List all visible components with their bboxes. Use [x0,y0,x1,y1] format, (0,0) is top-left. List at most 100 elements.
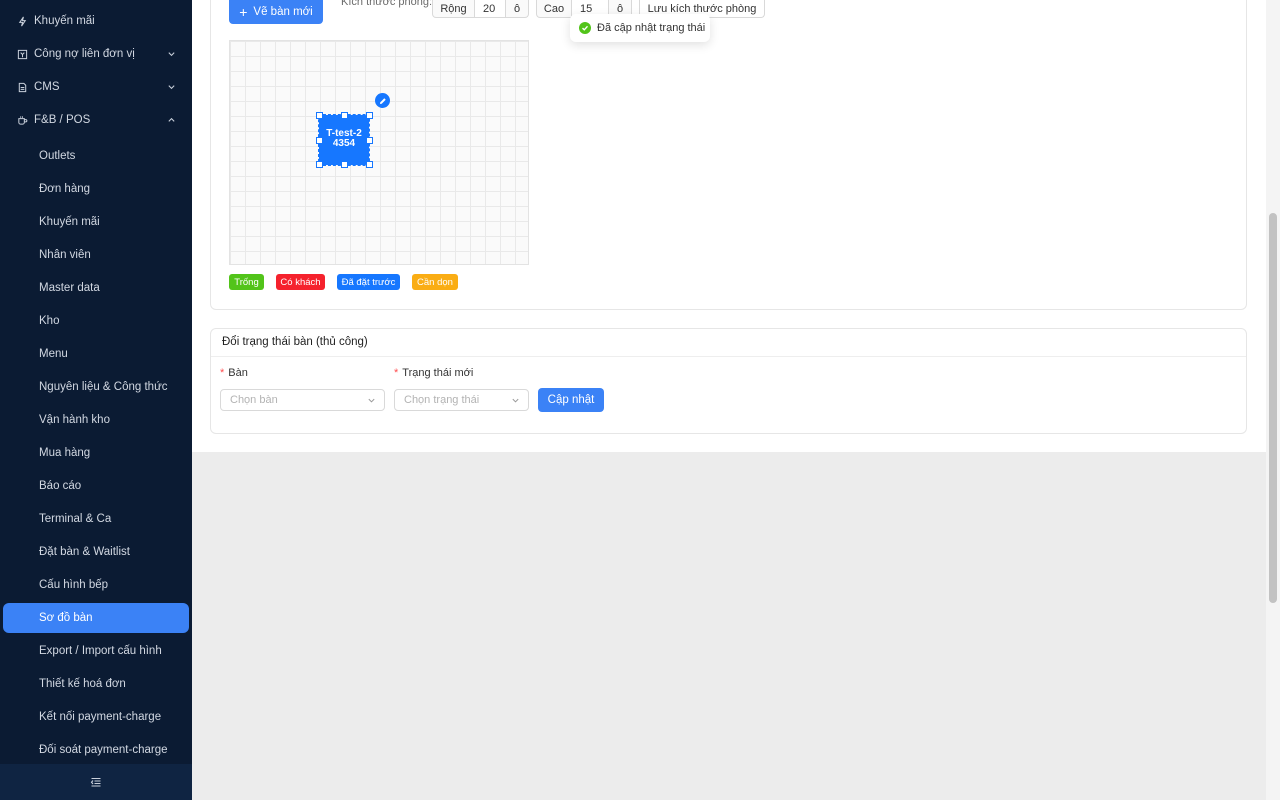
sidebar-item-label: Kho [39,315,60,327]
update-status-label: Cập nhật [547,394,595,406]
resize-handle-n[interactable] [341,112,348,119]
lightning-icon [16,15,28,27]
page-scrollbar[interactable] [1266,0,1280,800]
sidebar-item-label: Công nợ liên đơn vị [34,48,135,60]
chevron-down-icon [168,85,175,90]
sidebar-item-label: Nguyên liệu & Công thức [39,381,168,393]
sidebar-item-label: Đặt bàn & Waitlist [39,546,130,558]
resize-handle-w[interactable] [316,137,323,144]
resize-handle-nw[interactable] [316,112,323,119]
chevron-down-icon [168,52,175,57]
status-form-card: Đổi trạng thái bàn (thủ công) [210,328,1247,434]
success-toast: Đã cập nhật trạng thái [570,14,710,42]
room-size-label: Kích thước phòng: [341,0,433,8]
floor-plan-grid[interactable] [229,40,529,265]
sidebar-item-label: F&B / POS [34,114,91,126]
sidebar-item-label: Menu [39,348,68,360]
sidebar-item-so-do-ban[interactable]: Sơ đồ bàn [3,603,189,633]
required-mark: * [394,367,399,379]
sidebar-item-label: Outlets [39,150,76,162]
resize-handle-sw[interactable] [316,161,323,168]
sidebar-item-dat-ban[interactable]: Đặt bàn & Waitlist [0,537,192,567]
table-select[interactable]: Chọn bàn [220,389,385,411]
status-field-label-text: Trạng thái mới [402,367,474,379]
document-icon [16,81,28,93]
width-input[interactable]: 20 [474,0,506,18]
sidebar-item-label: Đối soát payment-charge [39,744,168,756]
sidebar-item-kho[interactable]: Kho [0,306,192,336]
sidebar-item-nhan-vien[interactable]: Nhân viên [0,240,192,270]
chevron-down-icon [368,398,375,403]
sidebar-item-cong-no[interactable]: Công nợ liên đơn vị [0,39,192,69]
sidebar-item-fnb-pos[interactable]: F&B / POS [0,105,192,135]
sidebar-item-bao-cao[interactable]: Báo cáo [0,471,192,501]
page-scrollbar-thumb[interactable] [1269,213,1277,603]
status-select-placeholder: Chọn trạng thái [404,394,480,406]
sidebar-item-terminal-ca[interactable]: Terminal & Ca [0,504,192,534]
width-label: Rộng [432,0,475,18]
card-divider [211,356,1246,357]
legend-needs-cleaning: Cần dọn [412,274,458,290]
resize-handle-s[interactable] [341,161,348,168]
legend-occupied: Có khách [276,274,325,290]
table-field-label-text: Bàn [228,367,248,379]
check-circle-icon [579,22,591,34]
table-select-placeholder: Chọn bàn [230,394,278,406]
sidebar-item-menu[interactable]: Menu [0,339,192,369]
cup-icon [16,114,28,126]
edit-table-button[interactable] [375,93,390,108]
sidebar-item-don-hang[interactable]: Đơn hàng [0,174,192,204]
table-node[interactable]: T-test-24354 [318,114,370,166]
resize-handle-ne[interactable] [366,112,373,119]
sidebar-collapse-button[interactable] [0,764,192,800]
legend-reserved: Đã đặt trước [337,274,400,290]
ledger-icon [16,48,28,60]
toast-message: Đã cập nhật trạng thái [597,22,706,34]
resize-handle-e[interactable] [366,137,373,144]
sidebar-item-label: Khuyến mãi [34,15,95,27]
height-label: Cao [536,0,572,18]
sidebar-item-label: Khuyến mãi [39,216,100,228]
sidebar: Khuyến mãi Công nợ liên đơn vị CMS F&B /… [0,0,192,800]
sidebar-item-label: Export / Import cấu hình [39,645,162,657]
legend-empty: Trống [229,274,264,290]
sidebar-item-master-data[interactable]: Master data [0,273,192,303]
chevron-up-icon [168,117,175,122]
sidebar-item-label: Terminal & Ca [39,513,112,525]
sidebar-item-cms[interactable]: CMS [0,72,192,102]
sidebar-item-label: Nhân viên [39,249,91,261]
pencil-icon [379,97,386,104]
sidebar-item-outlets[interactable]: Outlets [0,141,192,171]
sidebar-item-van-hanh-kho[interactable]: Vận hành kho [0,405,192,435]
sidebar-item-thiet-ke-hoa-don[interactable]: Thiết kế hoá đơn [0,669,192,699]
status-form-title: Đổi trạng thái bàn (thủ công) [222,336,368,348]
plus-icon: + [239,4,248,20]
menu-fold-icon [90,777,101,787]
draw-new-table-button[interactable]: + Vẽ bàn mới [229,0,323,24]
sidebar-item-nguyen-lieu[interactable]: Nguyên liệu & Công thức [0,372,192,402]
draw-new-table-label: Vẽ bàn mới [253,6,313,18]
resize-handle-se[interactable] [366,161,373,168]
sidebar-item-cau-hinh-bep[interactable]: Cấu hình bếp [0,570,192,600]
sidebar-item-label: Sơ đồ bàn [39,612,93,624]
sidebar-item-label: CMS [34,81,60,93]
sidebar-item-mua-hang[interactable]: Mua hàng [0,438,192,468]
sidebar-item-label: Cấu hình bếp [39,579,109,591]
required-mark: * [220,367,225,379]
sidebar-item-label: Mua hàng [39,447,91,459]
status-field-label: * Trạng thái mới [394,367,473,379]
sidebar-item-label: Báo cáo [39,480,82,492]
table-field-label: * Bàn [220,367,248,379]
chevron-down-icon [512,398,519,403]
sidebar-item-label: Vận hành kho [39,414,110,426]
update-status-button[interactable]: Cập nhật [538,388,604,412]
sidebar-item-ket-noi-payment[interactable]: Kết nối payment-charge [0,702,192,732]
sidebar-item-export-import[interactable]: Export / Import cấu hình [0,636,192,666]
table-node-label: T-test-24354 [326,128,362,149]
sidebar-item-label: Đơn hàng [39,183,91,195]
sidebar-item-khuyen-mai[interactable]: Khuyến mãi [0,6,192,36]
sidebar-item-doi-soat-payment[interactable]: Đối soát payment-charge [0,735,192,765]
sidebar-item-khuyen-mai-pos[interactable]: Khuyến mãi [0,207,192,237]
sidebar-item-label: Thiết kế hoá đơn [39,678,126,690]
status-select[interactable]: Chọn trạng thái [394,389,529,411]
